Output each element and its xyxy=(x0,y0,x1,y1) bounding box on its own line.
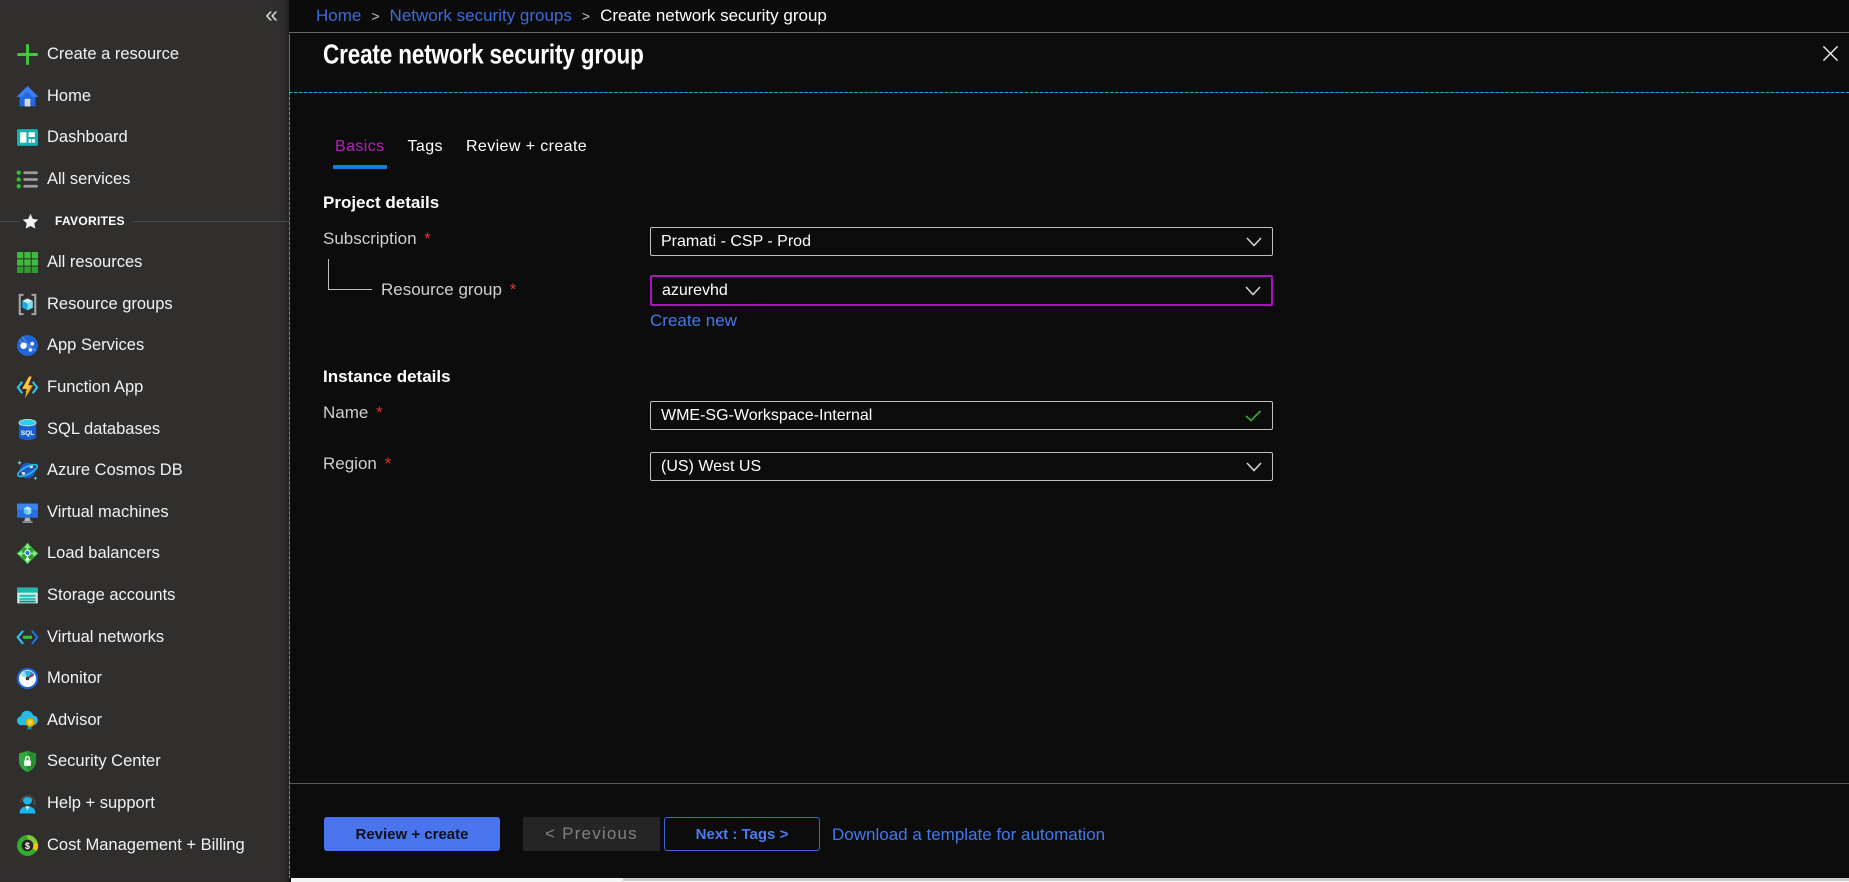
svg-text:$: $ xyxy=(25,840,30,850)
svg-text:SQL: SQL xyxy=(21,430,35,437)
